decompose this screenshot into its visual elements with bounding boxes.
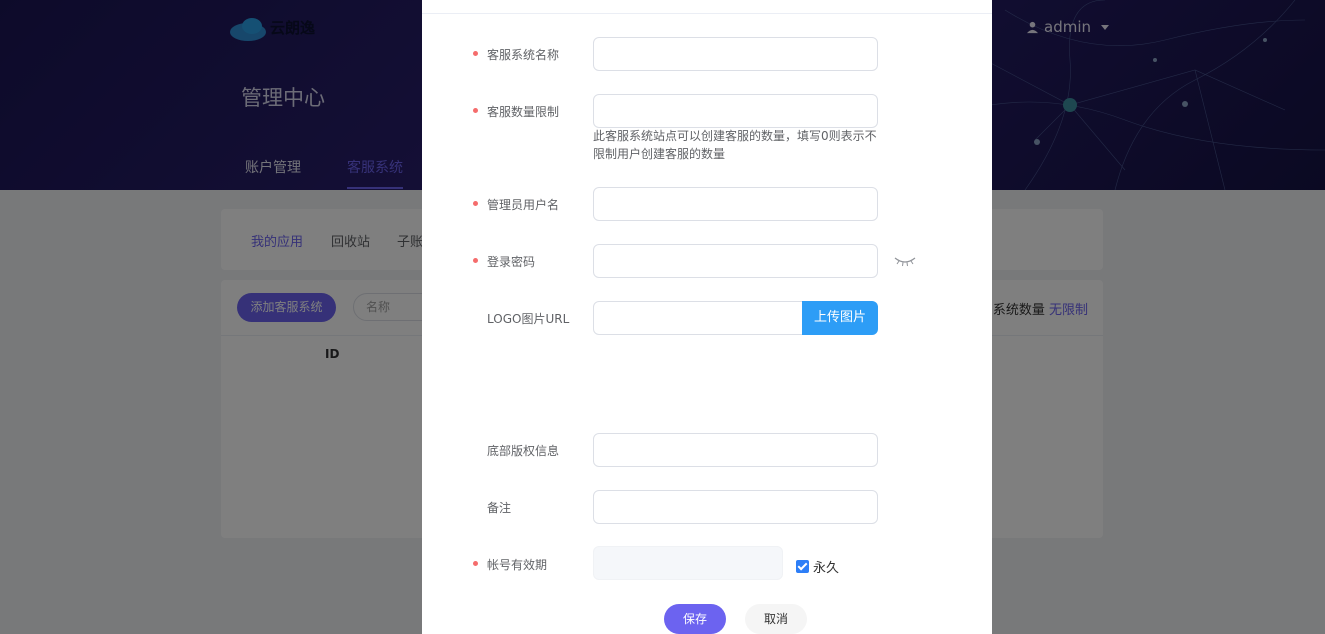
checkbox-checked-icon[interactable] (796, 560, 809, 573)
required-marker (473, 108, 478, 113)
expire-date-input (593, 546, 783, 580)
copyright-label: 底部版权信息 (487, 444, 560, 458)
system-name-input[interactable] (593, 37, 878, 71)
dialog-header-divider (422, 13, 992, 14)
upload-image-button[interactable]: 上传图片 (802, 301, 878, 335)
required-marker (473, 561, 478, 566)
password-label: 登录密码 (487, 255, 536, 269)
logo-url-input[interactable] (593, 301, 808, 335)
cancel-button[interactable]: 取消 (745, 604, 807, 634)
admin-username-input[interactable] (593, 187, 878, 221)
logo-url-label: LOGO图片URL (487, 312, 570, 326)
permanent-label: 永久 (813, 561, 840, 576)
save-button[interactable]: 保存 (664, 604, 726, 634)
required-marker (473, 258, 478, 263)
copyright-input[interactable] (593, 433, 878, 467)
remark-input[interactable] (593, 490, 878, 524)
system-name-label: 客服系统名称 (487, 48, 560, 62)
service-system-dialog: 客服系统名称 客服数量限制 此客服系统站点可以创建客服的数量，填写0则表示不限制… (422, 0, 992, 634)
remark-label: 备注 (487, 501, 512, 515)
agent-limit-label: 客服数量限制 (487, 105, 560, 119)
eye-closed-icon[interactable] (894, 255, 916, 267)
agent-limit-hint: 此客服系统站点可以创建客服的数量，填写0则表示不限制用户创建客服的数量 (593, 129, 877, 161)
admin-username-label: 管理员用户名 (487, 198, 560, 212)
password-input[interactable] (593, 244, 878, 278)
required-marker (473, 201, 478, 206)
expire-label: 帐号有效期 (487, 558, 548, 572)
agent-limit-input[interactable] (593, 94, 878, 128)
permanent-checkbox[interactable]: 永久 (796, 557, 839, 576)
required-marker (473, 51, 478, 56)
